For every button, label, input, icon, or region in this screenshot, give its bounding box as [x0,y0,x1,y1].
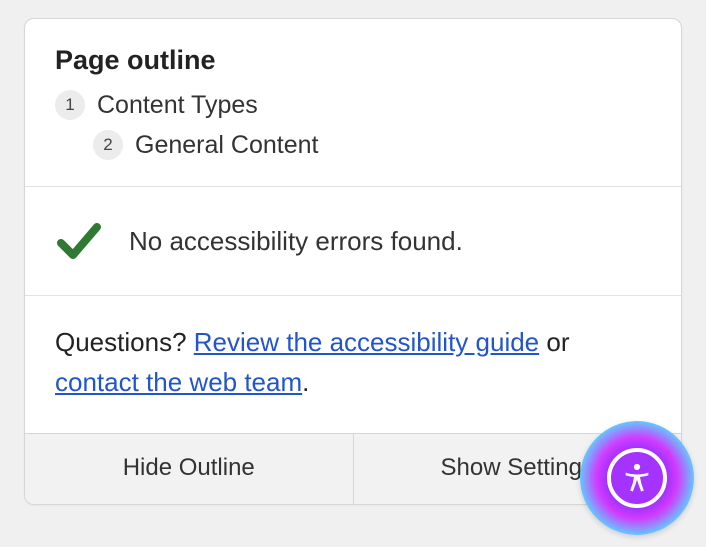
help-section: Questions? Review the accessibility guid… [25,296,681,433]
outline-item-label: General Content [135,131,318,160]
outline-item-label: Content Types [97,91,258,120]
hide-outline-button[interactable]: Hide Outline [25,434,354,504]
panel-title: Page outline [55,45,651,76]
review-guide-link[interactable]: Review the accessibility guide [194,327,539,357]
help-suffix: . [302,367,309,397]
outline-item[interactable]: 1 Content Types [55,90,651,120]
check-icon [55,217,103,265]
status-message: No accessibility errors found. [129,226,463,257]
heading-level-badge: 1 [55,90,85,120]
help-prefix: Questions? [55,327,194,357]
outline-section: Page outline 1 Content Types 2 General C… [25,19,681,187]
contact-web-team-link[interactable]: contact the web team [55,367,302,397]
accessibility-panel: Page outline 1 Content Types 2 General C… [24,18,682,505]
accessibility-widget-button[interactable] [580,421,694,535]
outline-item[interactable]: 2 General Content [55,130,651,160]
heading-level-badge: 2 [93,130,123,160]
help-middle: or [539,327,569,357]
accessibility-icon [607,448,667,508]
outline-list: 1 Content Types 2 General Content [55,90,651,160]
status-section: No accessibility errors found. [25,187,681,296]
